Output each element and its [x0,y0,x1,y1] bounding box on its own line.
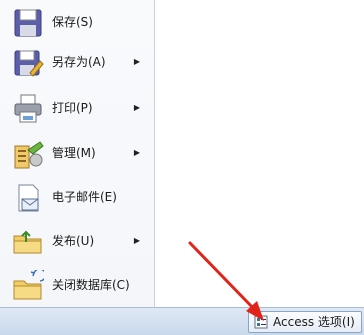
manage-icon [12,138,44,170]
menu-item-label: 管理(M) [52,146,96,160]
menu-item-label: 保存(S) [52,15,93,29]
menu-item-label: 电子邮件(E) [52,190,117,204]
publish-icon [12,226,44,258]
office-menu-commands: 保存(S) 另存为(A) ▶ 打印(P) ▶ 管理(M) ▶ 电子邮件(E) 发… [0,0,154,307]
submenu-arrow-icon: ▶ [133,57,140,66]
menu-item-label: 发布(U) [52,234,95,248]
save-as-icon [12,47,44,79]
menu-item-publish[interactable]: 发布(U) ▶ [0,219,154,263]
print-icon [12,93,44,125]
save-icon [12,7,44,39]
menu-item-save-as[interactable]: 另存为(A) ▶ [0,40,154,84]
access-options-button[interactable]: Access 选项(I) [248,311,362,333]
submenu-arrow-icon: ▶ [133,148,140,157]
menu-item-print[interactable]: 打印(P) ▶ [0,86,154,130]
submenu-arrow-icon: ▶ [133,236,140,245]
submenu-arrow-icon: ▶ [133,103,140,112]
menu-item-save[interactable]: 保存(S) [0,0,154,44]
menu-item-email[interactable]: 电子邮件(E) [0,175,154,219]
menu-item-close-database[interactable]: 关闭数据库(C) [0,263,154,307]
email-icon [12,182,44,214]
menu-item-manage[interactable]: 管理(M) ▶ [0,131,154,175]
menu-item-label: 另存为(A) [52,55,106,69]
menu-item-label: 关闭数据库(C) [52,278,130,292]
close-database-icon [12,268,47,302]
submenu-pane [155,0,364,307]
options-icon [254,315,268,329]
access-options-label: Access 选项(I) [273,315,355,329]
menu-item-label: 打印(P) [52,101,93,115]
